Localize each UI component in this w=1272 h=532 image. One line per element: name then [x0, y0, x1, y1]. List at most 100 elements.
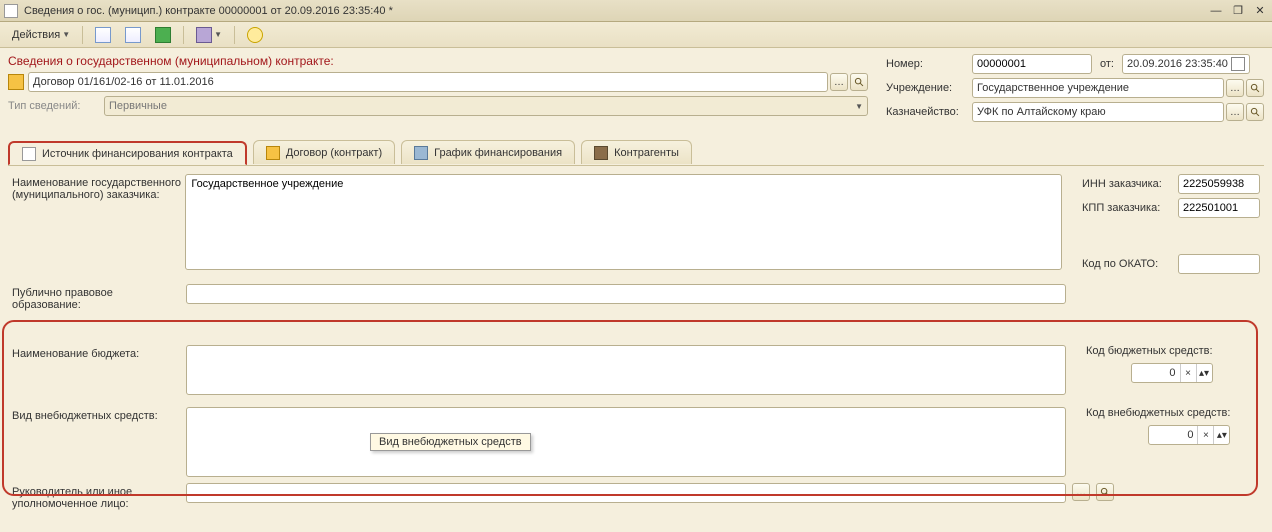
- date-value: 20.09.2016 23:35:40: [1127, 58, 1231, 70]
- extrabudget-type-textarea[interactable]: [186, 407, 1066, 477]
- contract-ref-value: Договор 01/161/02-16 от 11.01.2016: [33, 76, 214, 88]
- contract-ref-field[interactable]: Договор 01/161/02-16 от 11.01.2016: [28, 72, 828, 92]
- minimize-button[interactable]: —: [1208, 3, 1224, 19]
- budget-code-value: 0: [1132, 367, 1180, 379]
- institution-field[interactable]: Государственное учреждение: [972, 78, 1224, 98]
- folder-icon: [8, 74, 24, 90]
- tab-bar: Источник финансирования контракта Догово…: [8, 140, 1264, 166]
- public-entity-input[interactable]: [191, 288, 1061, 300]
- budget-name-textarea[interactable]: [186, 345, 1066, 395]
- customer-name-label: Наименование государственного (муниципал…: [12, 174, 181, 278]
- manager-label: Руководитель или иное уполномоченное лиц…: [12, 483, 182, 510]
- close-button[interactable]: ✕: [1252, 3, 1268, 19]
- from-label: от:: [1092, 58, 1122, 70]
- toolbar-btn-3[interactable]: [149, 25, 177, 45]
- treasury-field[interactable]: УФК по Алтайскому краю: [972, 102, 1224, 122]
- search-button[interactable]: [1246, 79, 1264, 97]
- section-title: Сведения о государственном (муниципально…: [8, 54, 868, 68]
- toolbar-btn-2[interactable]: [119, 25, 147, 45]
- document-icon: [22, 147, 36, 161]
- clear-button[interactable]: ×: [1197, 426, 1213, 444]
- magnifier-icon: [1250, 83, 1261, 94]
- customer-name-textarea[interactable]: [185, 174, 1062, 270]
- budget-code-field[interactable]: 0 × ▴▾: [1131, 363, 1213, 383]
- separator: [234, 26, 235, 44]
- number-field[interactable]: [972, 54, 1092, 74]
- date-field[interactable]: 20.09.2016 23:35:40: [1122, 54, 1250, 74]
- schedule-icon: [414, 146, 428, 160]
- treasury-label: Казначейство:: [886, 106, 972, 118]
- toolbar-btn-1[interactable]: [89, 25, 117, 45]
- spinner-button[interactable]: ▴▾: [1213, 426, 1229, 444]
- folder-icon: [266, 146, 280, 160]
- help-icon: [247, 27, 263, 43]
- kpp-label: КПП заказчика:: [1082, 202, 1178, 214]
- extrabudget-type-label: Вид внебюджетных средств:: [12, 407, 182, 477]
- kpp-field[interactable]: [1178, 198, 1260, 218]
- search-button[interactable]: [1096, 483, 1114, 501]
- tab-counterparties[interactable]: Контрагенты: [581, 140, 692, 164]
- tab-financing-source[interactable]: Источник финансирования контракта: [8, 141, 247, 165]
- treasury-value: УФК по Алтайскому краю: [977, 106, 1106, 118]
- extrabudget-code-field[interactable]: 0 × ▴▾: [1148, 425, 1230, 445]
- main-toolbar: Действия ▼ ▼: [0, 22, 1272, 48]
- lookup-button[interactable]: …: [1072, 483, 1090, 501]
- institution-label: Учреждение:: [886, 82, 972, 94]
- tab-label: Контрагенты: [614, 147, 679, 159]
- maximize-button[interactable]: ❐: [1230, 3, 1246, 19]
- toolbar-btn-4[interactable]: ▼: [190, 25, 228, 45]
- extrabudget-code-value: 0: [1149, 429, 1197, 441]
- search-button[interactable]: [1246, 103, 1264, 121]
- refresh-icon: [155, 27, 171, 43]
- budget-name-label: Наименование бюджета:: [12, 345, 182, 395]
- window-titlebar: Сведения о гос. (муницип.) контракте 000…: [0, 0, 1272, 22]
- okato-input[interactable]: [1183, 258, 1255, 270]
- tab-label: Договор (контракт): [286, 147, 382, 159]
- calendar-icon[interactable]: [1231, 57, 1245, 71]
- chevron-down-icon: ▼: [855, 102, 863, 111]
- magnifier-icon: [1100, 487, 1111, 498]
- okato-label: Код по ОКАТО:: [1082, 258, 1178, 270]
- chevron-down-icon: ▼: [214, 30, 222, 39]
- okato-field[interactable]: [1178, 254, 1260, 274]
- info-type-field[interactable]: Первичные ▼: [104, 96, 868, 116]
- number-label: Номер:: [886, 58, 972, 70]
- tab-financing-schedule[interactable]: График финансирования: [401, 140, 575, 164]
- window-icon: [4, 4, 18, 18]
- document-icon: [95, 27, 111, 43]
- list-icon: [196, 27, 212, 43]
- kpp-input[interactable]: [1183, 202, 1255, 214]
- separator: [82, 26, 83, 44]
- inn-field[interactable]: [1178, 174, 1260, 194]
- lookup-button[interactable]: …: [1226, 79, 1244, 97]
- actions-menu[interactable]: Действия ▼: [6, 25, 76, 45]
- extrabudget-code-label: Код внебюджетных средств:: [1086, 407, 1230, 419]
- spinner-button[interactable]: ▴▾: [1196, 364, 1212, 382]
- lookup-button[interactable]: …: [830, 73, 848, 91]
- briefcase-icon: [594, 146, 608, 160]
- tooltip: Вид внебюджетных средств: [370, 433, 531, 451]
- separator: [183, 26, 184, 44]
- search-button[interactable]: [850, 73, 868, 91]
- lookup-button[interactable]: …: [1226, 103, 1244, 121]
- budget-code-label: Код бюджетных средств:: [1086, 345, 1213, 357]
- magnifier-icon: [1250, 107, 1261, 118]
- number-input[interactable]: [977, 58, 1087, 70]
- inn-input[interactable]: [1183, 178, 1255, 190]
- tab-label: График финансирования: [434, 147, 562, 159]
- magnifier-icon: [854, 77, 865, 88]
- public-entity-label: Публично правовое образование:: [12, 284, 182, 311]
- actions-label: Действия: [12, 29, 60, 41]
- inn-label: ИНН заказчика:: [1082, 178, 1178, 190]
- manager-input[interactable]: [191, 487, 1061, 499]
- window-title: Сведения о гос. (муницип.) контракте 000…: [24, 5, 1208, 17]
- clear-button[interactable]: ×: [1180, 364, 1196, 382]
- institution-value: Государственное учреждение: [977, 82, 1129, 94]
- public-entity-field[interactable]: [186, 284, 1066, 304]
- info-type-label: Тип сведений:: [8, 100, 104, 112]
- help-button[interactable]: [241, 25, 269, 45]
- manager-field[interactable]: [186, 483, 1066, 503]
- tab-contract[interactable]: Договор (контракт): [253, 140, 395, 164]
- tab-label: Источник финансирования контракта: [42, 148, 233, 160]
- tab-panel-financing-source: Наименование государственного (муниципал…: [8, 166, 1264, 520]
